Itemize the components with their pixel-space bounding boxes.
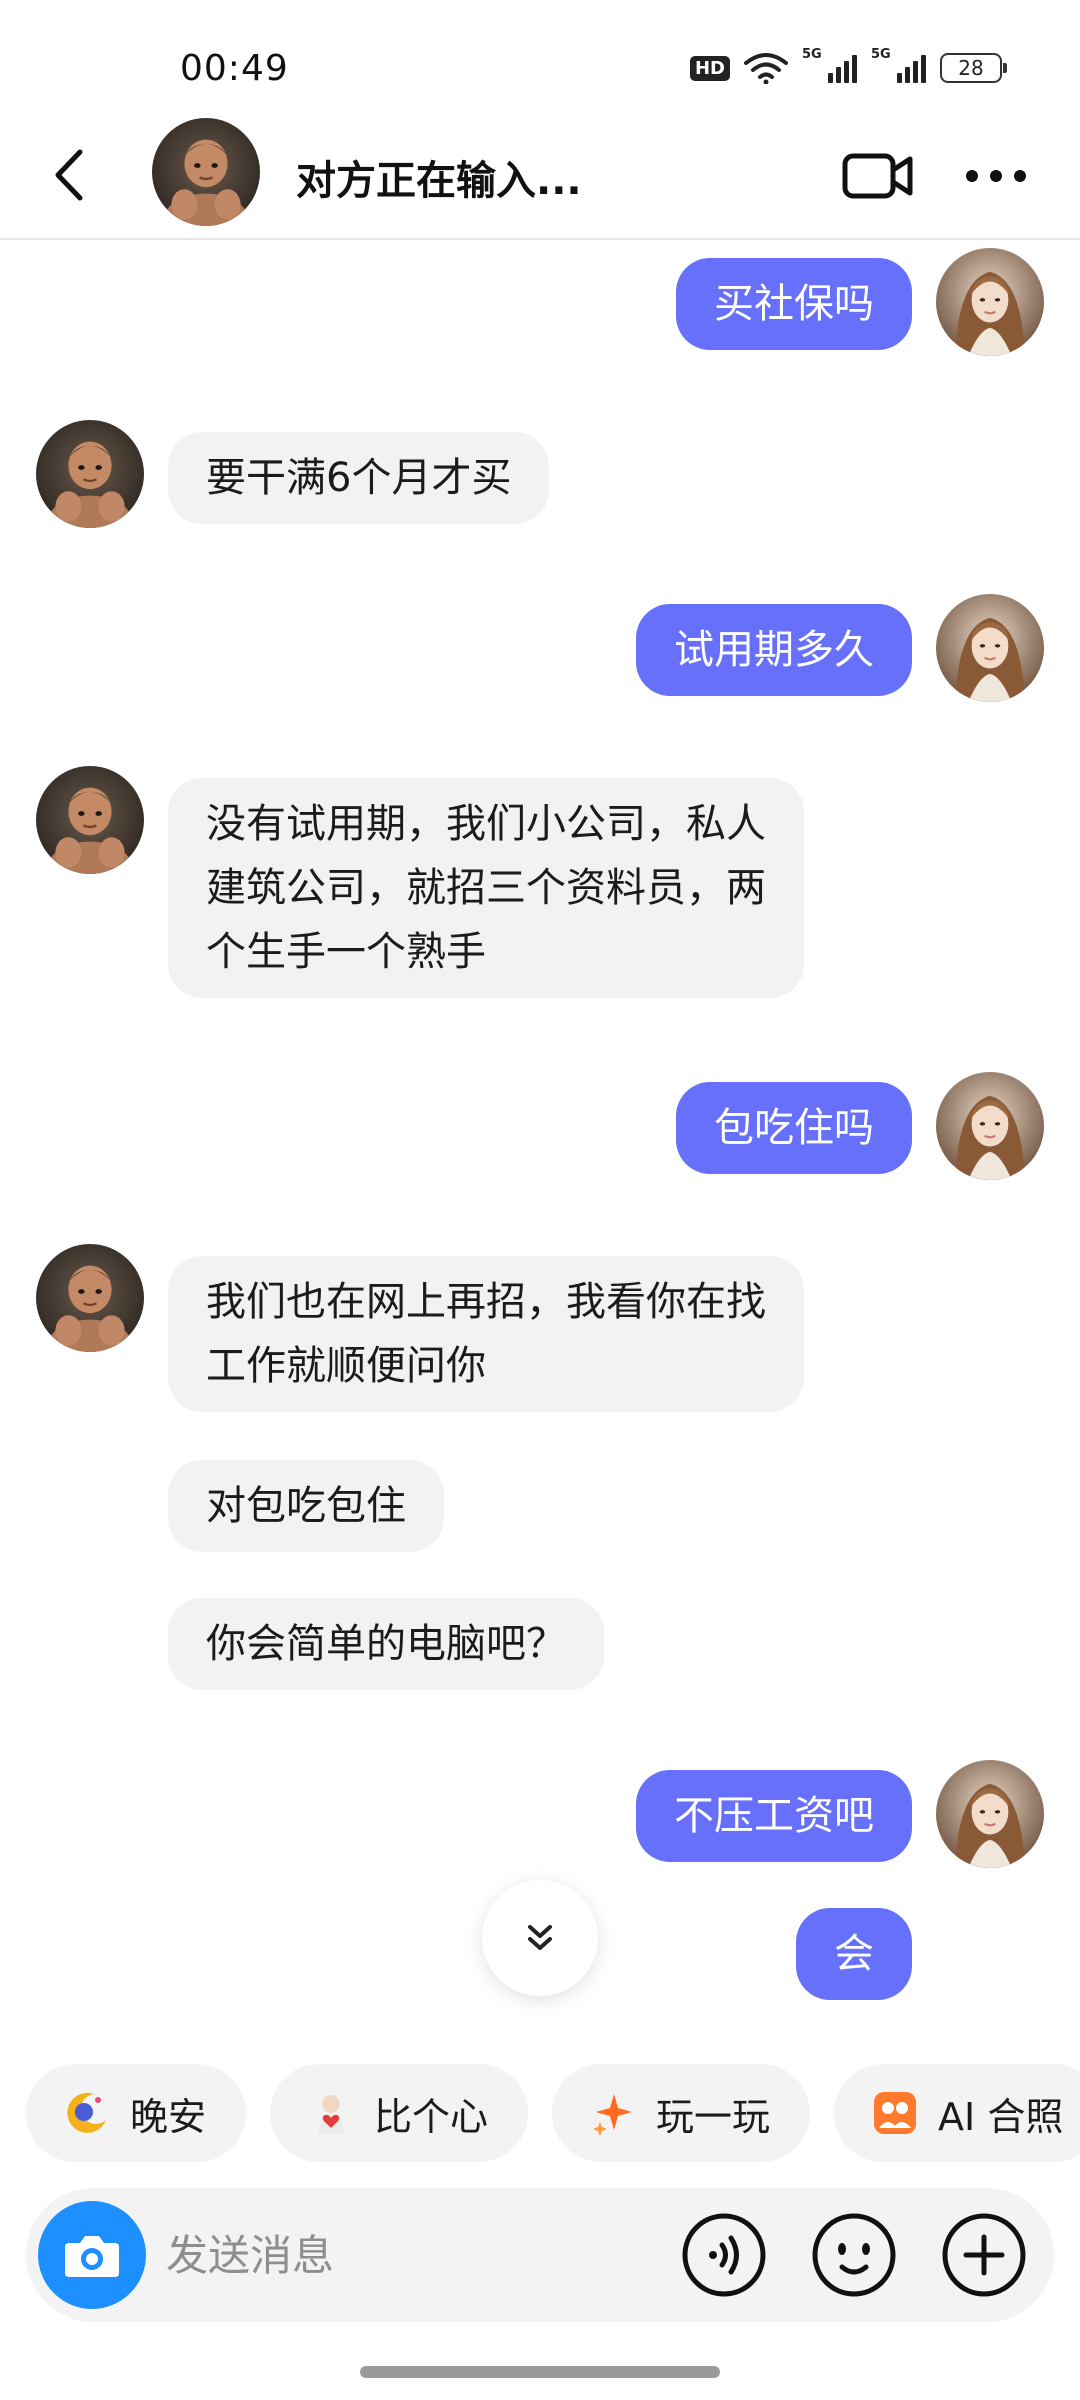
message-bubble-outgoing[interactable]: 会 (796, 1908, 912, 2000)
chip-label: 比个心 (374, 2094, 489, 2139)
add-button[interactable] (942, 2213, 1026, 2297)
sparkle-icon (588, 2088, 638, 2138)
chip-good-night[interactable]: 晚安 (26, 2064, 247, 2162)
heart-gesture-icon (306, 2088, 356, 2138)
chip-play[interactable]: 玩一玩 (552, 2064, 811, 2162)
message-bubble-outgoing[interactable]: 不压工资吧 (636, 1770, 912, 1862)
my-avatar[interactable] (936, 1072, 1044, 1180)
quick-actions: 晚安 比个心 玩一玩 AI 合照 (26, 2064, 1080, 2162)
camera-icon (65, 2236, 119, 2277)
message-bubble-incoming[interactable]: 没有试用期，我们小公司，私人 建筑公司，就招三个资料员，两 个生手一个熟手 (168, 778, 804, 998)
status-time: 00:49 (180, 48, 289, 89)
chip-label: 晚安 (130, 2094, 207, 2139)
chip-ai-photo[interactable]: AI 合照 (834, 2064, 1080, 2162)
chevron-left-icon (55, 149, 83, 201)
signal-icon-2: 5G (871, 47, 926, 83)
back-button[interactable] (40, 140, 100, 210)
status-icons: HD 5G 5G 28 (689, 47, 1007, 84)
double-chevron-down-icon (528, 1925, 552, 1950)
message-line: 没有试用期，我们小公司，私人 (206, 801, 766, 847)
chip-label: AI 合照 (938, 2094, 1064, 2139)
chat-title: 对方正在输入... (296, 158, 582, 204)
contact-avatar[interactable] (152, 118, 260, 226)
message-line: 建筑公司，就招三个资料员，两 (206, 865, 766, 911)
more-button[interactable] (958, 146, 1034, 206)
hd-icon: HD (689, 55, 730, 81)
wifi-icon (744, 53, 788, 84)
chip-heart[interactable]: 比个心 (270, 2064, 529, 2162)
scroll-to-bottom-button[interactable] (482, 1880, 598, 1996)
message-line: 工作就顺便问你 (206, 1343, 486, 1389)
message-input[interactable] (166, 2218, 646, 2292)
message-line: 我们也在网上再招，我看你在找 (206, 1279, 766, 1325)
my-avatar[interactable] (936, 248, 1044, 356)
message-bubble-outgoing[interactable]: 买社保吗 (676, 258, 912, 350)
message-bubble-outgoing[interactable]: 试用期多久 (636, 604, 912, 696)
message-line: 个生手一个熟手 (206, 929, 486, 975)
chip-label: 玩一玩 (656, 2094, 771, 2139)
chat-header: 对方正在输入... (0, 110, 1080, 240)
message-bubble-incoming[interactable]: 对包吃包住 (168, 1460, 444, 1552)
more-horizontal-icon (966, 170, 1026, 182)
message-bubble-incoming[interactable]: 你会简单的电脑吧？ (168, 1598, 604, 1690)
contact-avatar[interactable] (36, 420, 144, 528)
status-bar: 00:49 HD 5G 5G 28 (0, 0, 1080, 110)
emoji-icon (812, 2213, 896, 2297)
message-bubble-incoming[interactable]: 我们也在网上再招，我看你在找 工作就顺便问你 (168, 1256, 804, 1412)
message-input-bar (26, 2188, 1054, 2322)
battery-icon: 28 (940, 53, 1007, 83)
moon-icon (62, 2088, 112, 2138)
contact-avatar[interactable] (36, 766, 144, 874)
video-call-button[interactable] (840, 146, 916, 206)
my-avatar[interactable] (936, 1760, 1044, 1868)
plus-icon (942, 2213, 1026, 2297)
voice-button[interactable] (682, 2213, 766, 2297)
video-camera-icon (842, 153, 913, 199)
message-bubble-outgoing[interactable]: 包吃住吗 (676, 1082, 912, 1174)
contact-avatar[interactable] (36, 1244, 144, 1352)
voice-wave-icon (682, 2213, 766, 2297)
my-avatar[interactable] (936, 594, 1044, 702)
camera-button[interactable] (38, 2201, 146, 2309)
group-photo-icon (870, 2088, 920, 2138)
home-indicator[interactable] (360, 2366, 720, 2378)
message-bubble-incoming[interactable]: 要干满6个月才买 (168, 432, 550, 524)
signal-icon-1: 5G (802, 47, 857, 83)
emoji-button[interactable] (812, 2213, 896, 2297)
